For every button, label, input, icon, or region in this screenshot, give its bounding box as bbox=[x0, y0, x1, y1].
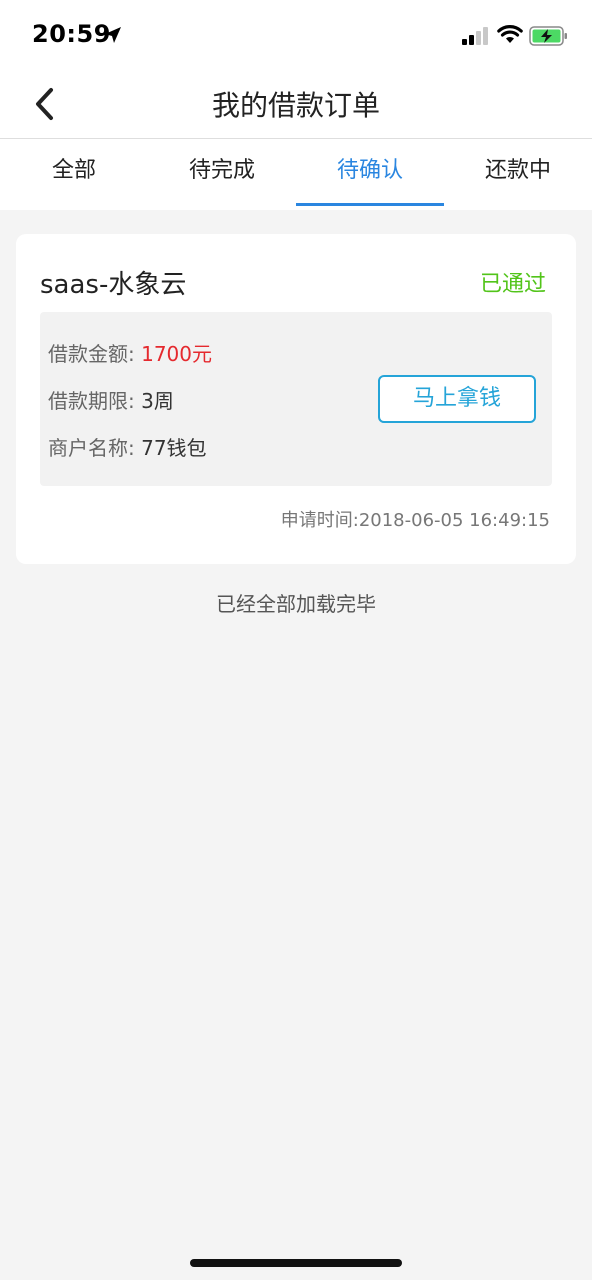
battery-charging-icon bbox=[529, 26, 567, 46]
loan-term-label: 借款期限: bbox=[48, 389, 135, 413]
merchant-name-row: 商户名称: 77钱包 bbox=[48, 432, 207, 461]
tab-label: 待确认 bbox=[336, 158, 403, 183]
loan-term-row: 借款期限: 3周 bbox=[48, 385, 174, 414]
tab-to-confirm[interactable]: 待确认 bbox=[296, 139, 444, 209]
order-title: saas-水象云 bbox=[40, 270, 187, 300]
tab-label: 还款中 bbox=[484, 158, 551, 183]
active-tab-indicator bbox=[296, 203, 444, 206]
apply-time: 申请时间:2018-06-05 16:49:15 bbox=[280, 510, 550, 531]
cellular-signal-icon bbox=[462, 27, 488, 45]
merchant-name-value: 77钱包 bbox=[141, 436, 207, 460]
load-complete-text: 已经全部加载完毕 bbox=[216, 592, 376, 616]
merchant-name-label: 商户名称: bbox=[48, 436, 135, 460]
loan-amount-row: 借款金额: 1700元 bbox=[48, 338, 212, 367]
status-time: 20:59 bbox=[32, 20, 111, 48]
loan-amount-value: 1700元 bbox=[141, 342, 213, 366]
wifi-icon bbox=[497, 25, 523, 43]
order-tabs: 全部 待完成 待确认 还款中 bbox=[0, 139, 592, 209]
loan-term-value: 3周 bbox=[141, 389, 174, 413]
loan-amount-label: 借款金额: bbox=[48, 342, 135, 366]
status-bar: 20:59 bbox=[0, 0, 592, 70]
order-status: 已通过 bbox=[479, 272, 546, 297]
order-info-box: 借款金额: 1700元 借款期限: 3周 商户名称: 77钱包 马上拿钱 bbox=[40, 312, 552, 486]
order-card[interactable]: saas-水象云 已通过 借款金额: 1700元 借款期限: 3周 商户名称: … bbox=[16, 234, 576, 564]
page-title: 我的借款订单 bbox=[211, 89, 380, 122]
navigation-bar: 我的借款订单 bbox=[0, 70, 592, 139]
tab-repaying[interactable]: 还款中 bbox=[444, 139, 592, 209]
tab-label: 全部 bbox=[51, 158, 96, 183]
location-arrow-icon bbox=[105, 27, 121, 43]
header-area: 20:59 我的借款订单 全部 待完成 待确认 还款中 bbox=[0, 0, 592, 210]
home-indicator[interactable] bbox=[190, 1259, 402, 1267]
get-money-button[interactable]: 马上拿钱 bbox=[378, 375, 536, 423]
tab-label: 待完成 bbox=[188, 158, 255, 183]
tab-all[interactable]: 全部 bbox=[0, 139, 148, 209]
tab-pending[interactable]: 待完成 bbox=[148, 139, 296, 209]
